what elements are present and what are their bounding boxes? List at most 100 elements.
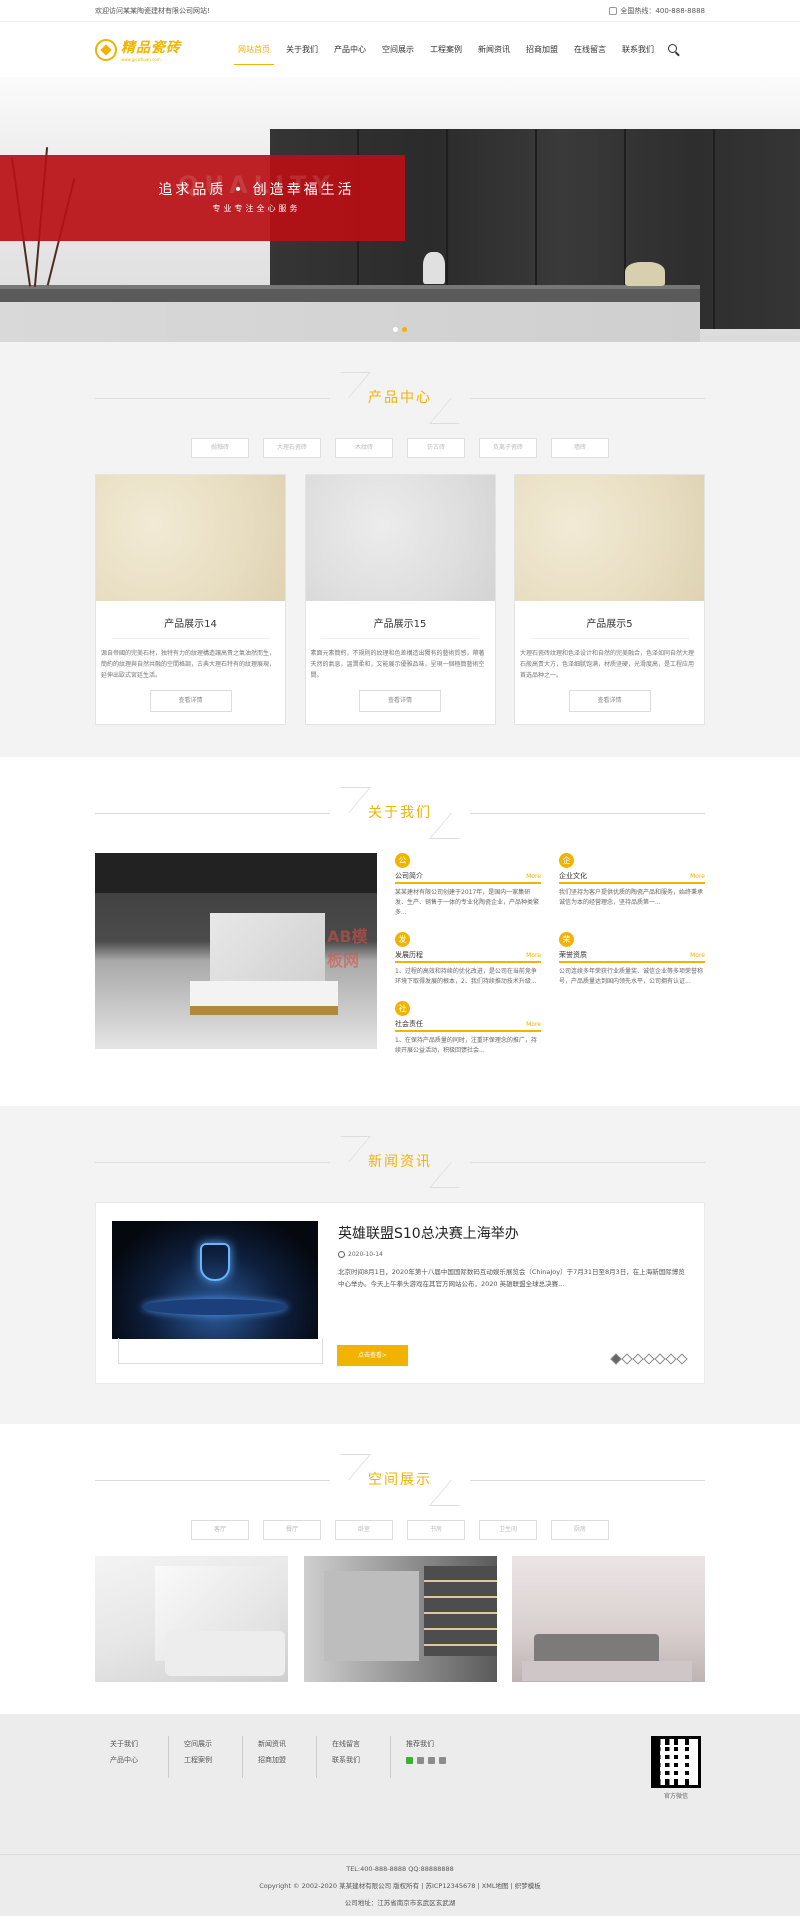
about-item[interactable]: 公 公司简介 More 某某建材有限公司创建于2017年，是国内一家集研发、生产、… bbox=[395, 853, 541, 918]
footer-col: 新闻资讯 招商加盟 bbox=[243, 1736, 317, 1778]
nav-franchise[interactable]: 招商加盟 bbox=[518, 22, 566, 77]
news-dot[interactable] bbox=[676, 1353, 688, 1365]
wechat-icon[interactable] bbox=[406, 1757, 413, 1764]
spaces-heading: 空间展示 bbox=[95, 1450, 705, 1510]
tab-product-category[interactable]: 仿古砖 bbox=[407, 438, 465, 458]
logo[interactable]: 精品瓷砖 www.jpcizhuan.com bbox=[95, 37, 230, 62]
space-image-lounge[interactable] bbox=[512, 1556, 705, 1682]
nav-about[interactable]: 关于我们 bbox=[278, 22, 326, 77]
tab-space[interactable]: 书房 bbox=[407, 1520, 465, 1540]
nav-contact[interactable]: 联系我们 bbox=[614, 22, 662, 77]
more-link[interactable]: More bbox=[526, 952, 541, 959]
news-dot-active[interactable] bbox=[610, 1353, 622, 1365]
view-details-button[interactable]: 查看详情 bbox=[359, 690, 441, 712]
view-details-button[interactable]: 查看详情 bbox=[149, 690, 232, 712]
about-item-name[interactable]: 企业文化 bbox=[559, 871, 587, 881]
footer-link[interactable]: 推荐我们 bbox=[406, 1736, 465, 1752]
about-image: AB模板网 bbox=[95, 853, 377, 1049]
product-card[interactable]: 产品展示5 大理石瓷砖纹理和色泽设计和自然的完美融合，色泽如同自然大理石般高贵大… bbox=[514, 474, 705, 725]
view-details-button[interactable]: 查看详情 bbox=[568, 690, 651, 712]
more-link[interactable]: More bbox=[690, 873, 705, 880]
spaces-section: 空间展示 客厅 餐厅 卧室 书房 卫生间 厨房 bbox=[0, 1424, 800, 1714]
footer-col: 在线留言 联系我们 bbox=[317, 1736, 391, 1778]
header: 精品瓷砖 www.jpcizhuan.com 网站首页 关于我们 产品中心 空间… bbox=[0, 22, 800, 77]
news-dot[interactable] bbox=[621, 1353, 633, 1365]
product-tabs: 抛釉砖 大理石瓷砖 木纹砖 仿古砖 负离子瓷砖 墙砖 bbox=[95, 438, 705, 458]
banner-dot[interactable] bbox=[393, 327, 398, 332]
nav-news[interactable]: 新闻资讯 bbox=[470, 22, 518, 77]
footer-link[interactable]: 招商加盟 bbox=[258, 1752, 316, 1768]
news-dot[interactable] bbox=[643, 1353, 655, 1365]
nav-cases[interactable]: 工程案例 bbox=[422, 22, 470, 77]
footer-link[interactable]: 关于我们 bbox=[110, 1736, 168, 1752]
about-item[interactable]: 企 企业文化 More 我们坚持为客户提供优质的陶瓷产品和服务，始终秉承诚信为本的… bbox=[559, 853, 705, 918]
weibo-icon[interactable] bbox=[417, 1757, 424, 1764]
qq-icon[interactable] bbox=[428, 1757, 435, 1764]
about-item[interactable]: 发 发展历程 More 1、过程的高效和持续的优化改进，是公司在当前竞争环境下取得… bbox=[395, 932, 541, 987]
about-item-name[interactable]: 公司简介 bbox=[395, 871, 423, 881]
tab-product-category[interactable]: 抛釉砖 bbox=[191, 438, 249, 458]
tab-product-category[interactable]: 大理石瓷砖 bbox=[263, 438, 321, 458]
product-image[interactable] bbox=[305, 475, 495, 601]
tab-space[interactable]: 厨房 bbox=[551, 1520, 609, 1540]
about-item-name[interactable]: 荣誉资质 bbox=[559, 950, 587, 960]
space-image-living[interactable] bbox=[303, 1556, 497, 1682]
product-title[interactable]: 产品展示5 bbox=[515, 601, 704, 630]
about-item[interactable]: 社 社会责任 More 1、在保持产品质量的同时，注重环保理念的推广，持续开展公益… bbox=[395, 1001, 541, 1056]
product-image[interactable] bbox=[515, 475, 704, 601]
news-dot[interactable] bbox=[654, 1353, 666, 1365]
about-item-desc: 1、过程的高效和持续的优化改进，是公司在当前竞争环境下取得发展的根本，2、我们持… bbox=[395, 968, 537, 985]
about-item-name[interactable]: 发展历程 bbox=[395, 950, 423, 960]
tab-space[interactable]: 餐厅 bbox=[263, 1520, 321, 1540]
watermark: AB模板网 bbox=[327, 927, 368, 970]
news-pagination bbox=[610, 1353, 688, 1365]
tab-space[interactable]: 卧室 bbox=[335, 1520, 393, 1540]
news-image[interactable] bbox=[112, 1221, 318, 1339]
footer-link[interactable]: 新闻资讯 bbox=[258, 1736, 316, 1752]
product-list: 产品展示14 源自帝國的完美石材，独特有力的紋理構造讓高貴之氣油然而生，簡約的紋… bbox=[95, 474, 705, 757]
read-more-button[interactable]: 点击查看> bbox=[337, 1345, 408, 1366]
nav-message[interactable]: 在线留言 bbox=[566, 22, 614, 77]
nav-products[interactable]: 产品中心 bbox=[326, 22, 374, 77]
tab-product-category[interactable]: 木纹砖 bbox=[335, 438, 393, 458]
about-item[interactable]: 荣 荣誉资质 More 公司连续多年荣获行业质量奖、诚信企业等多项荣誉称号，产品质… bbox=[559, 932, 705, 987]
footer-link[interactable]: 产品中心 bbox=[110, 1752, 168, 1768]
news-title[interactable]: 英雄联盟S10总决赛上海举办 bbox=[338, 1223, 688, 1243]
about-item-name[interactable]: 社会责任 bbox=[395, 1019, 423, 1029]
address-line: 公司地址：江苏省南京市玄武区玄武湖 bbox=[344, 1899, 456, 1907]
more-link[interactable]: More bbox=[526, 1021, 541, 1028]
qr-code bbox=[651, 1736, 701, 1788]
product-card[interactable]: 产品展示14 源自帝國的完美石材，独特有力的紋理構造讓高貴之氣油然而生，簡約的紋… bbox=[95, 474, 286, 725]
footer-link[interactable]: 空间展示 bbox=[184, 1736, 242, 1752]
more-link[interactable]: More bbox=[526, 873, 541, 880]
nav-spaces[interactable]: 空间展示 bbox=[374, 22, 422, 77]
news-dot[interactable] bbox=[632, 1353, 644, 1365]
footer-link[interactable]: 工程案例 bbox=[184, 1752, 242, 1768]
footer-link[interactable]: 在线留言 bbox=[332, 1736, 390, 1752]
copyright: TEL:400-888-8888 QQ:88888888 Copyright ©… bbox=[0, 1855, 800, 1916]
space-image-bathroom[interactable] bbox=[95, 1556, 288, 1682]
share-icon[interactable] bbox=[439, 1757, 446, 1764]
more-link[interactable]: More bbox=[690, 952, 705, 959]
news-slide: 英雄联盟S10总决赛上海举办 2020-10-14 北京时间8月1日，2020年… bbox=[95, 1202, 705, 1384]
tab-space[interactable]: 客厅 bbox=[191, 1520, 249, 1540]
search-icon[interactable] bbox=[668, 43, 680, 56]
banner-dot-active[interactable] bbox=[402, 327, 407, 332]
product-card[interactable]: 产品展示15 素面元素簡約，不規則的紋理和色差構造出獨有的藝術質感，帶著天然的氣… bbox=[304, 474, 496, 725]
footer-link[interactable]: 联系我们 bbox=[332, 1752, 390, 1768]
logo-name: 精品瓷砖 bbox=[121, 40, 181, 56]
product-image[interactable] bbox=[96, 475, 285, 601]
footer: 关于我们 产品中心 空间展示 工程案例 新闻资讯 招商加盟 在线留言 联系我们 … bbox=[0, 1714, 800, 1855]
tab-product-category[interactable]: 负离子瓷砖 bbox=[479, 438, 537, 458]
share-icons bbox=[406, 1757, 465, 1764]
nav-home[interactable]: 网站首页 bbox=[230, 22, 278, 77]
tab-space[interactable]: 卫生间 bbox=[479, 1520, 537, 1540]
qr-label: 官方微信 bbox=[663, 1793, 688, 1800]
product-title[interactable]: 产品展示14 bbox=[96, 601, 285, 630]
products-heading: 产品中心 bbox=[95, 368, 705, 428]
news-dot[interactable] bbox=[665, 1353, 677, 1365]
hotline-text: 全国热线：400-888-8888 bbox=[620, 7, 705, 15]
tab-product-category[interactable]: 墙砖 bbox=[551, 438, 609, 458]
product-title[interactable]: 产品展示15 bbox=[306, 601, 495, 630]
hero-banner: QUALITY 追求品质 • 创造幸福生活 专业专注全心服务 bbox=[0, 77, 800, 342]
